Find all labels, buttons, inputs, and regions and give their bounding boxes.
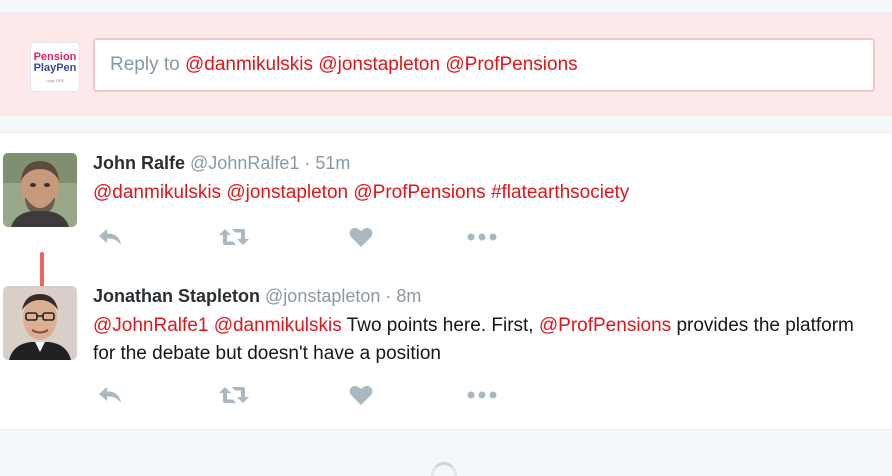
loading-spinner-icon bbox=[431, 462, 457, 476]
mention-link[interactable]: @JohnRalfe1 bbox=[93, 315, 208, 336]
tweet-text: @danmikulskis @jonstapleton @ProfPension… bbox=[93, 179, 873, 207]
reply-mention: @ProfPensions bbox=[445, 54, 578, 75]
author-username[interactable]: @JohnRalfe1 bbox=[190, 153, 299, 173]
tweet-text: @JohnRalfe1 @danmikulskis Two points her… bbox=[93, 312, 873, 368]
separator: · bbox=[304, 153, 311, 173]
retweet-icon bbox=[219, 387, 249, 403]
more-icon bbox=[467, 391, 497, 399]
retweet-icon bbox=[219, 229, 249, 245]
tweet-content: Jonathan Stapleton @jonstapleton · 8m @J… bbox=[93, 284, 873, 368]
like-button[interactable] bbox=[344, 224, 378, 250]
reply-prefix: Reply to bbox=[110, 54, 180, 75]
mention-link[interactable]: @ProfPensions bbox=[539, 315, 671, 336]
reply-composer: Pension PlayPen Logo DPE Reply to @danmi… bbox=[0, 12, 892, 116]
more-button[interactable] bbox=[465, 224, 499, 250]
current-user-avatar: Pension PlayPen Logo DPE bbox=[30, 42, 80, 92]
reply-button[interactable] bbox=[93, 382, 127, 408]
tweet-actions bbox=[93, 382, 513, 408]
more-icon bbox=[467, 233, 497, 241]
retweet-button[interactable] bbox=[217, 382, 251, 408]
separator: · bbox=[385, 286, 392, 306]
avatar[interactable] bbox=[3, 153, 77, 227]
author-name[interactable]: Jonathan Stapleton bbox=[93, 286, 260, 306]
heart-icon bbox=[349, 385, 373, 405]
mention-link[interactable]: @jonstapleton bbox=[226, 182, 348, 203]
tweet-header: John Ralfe @JohnRalfe1 · 51m bbox=[93, 151, 873, 175]
reply-button[interactable] bbox=[93, 224, 127, 250]
author-username[interactable]: @jonstapleton bbox=[265, 286, 380, 306]
author-name[interactable]: John Ralfe bbox=[93, 153, 185, 173]
mention-link[interactable]: @danmikulskis bbox=[214, 315, 342, 336]
mention-link[interactable]: @ProfPensions bbox=[353, 182, 485, 203]
tweet[interactable]: Jonathan Stapleton @jonstapleton · 8m @J… bbox=[0, 284, 892, 414]
heart-icon bbox=[349, 227, 373, 247]
retweet-button[interactable] bbox=[217, 224, 251, 250]
tweet-content: John Ralfe @JohnRalfe1 · 51m @danmikulsk… bbox=[93, 151, 873, 207]
like-button[interactable] bbox=[344, 382, 378, 408]
text-segment: Two points here. First, bbox=[341, 315, 539, 336]
reply-input[interactable]: Reply to @danmikulskis @jonstapleton @Pr… bbox=[93, 38, 875, 92]
mention-link[interactable]: @danmikulskis bbox=[93, 182, 221, 203]
reply-mention: @danmikulskis bbox=[184, 54, 314, 75]
conversation-thread: John Ralfe @JohnRalfe1 · 51m @danmikulsk… bbox=[0, 132, 892, 430]
avatar-logo-text-2: PlayPen bbox=[33, 61, 77, 74]
hashtag-link[interactable]: #flatearthsociety bbox=[491, 182, 629, 203]
reply-icon bbox=[99, 387, 121, 403]
tweet-actions bbox=[93, 224, 513, 250]
avatar-logo-text-1: Pension bbox=[33, 50, 77, 63]
reply-icon bbox=[99, 229, 121, 245]
avatar-logo-subtext: Logo DPE bbox=[45, 77, 65, 83]
tweet-header: Jonathan Stapleton @jonstapleton · 8m bbox=[93, 284, 873, 308]
reply-mention: @jonstapleton bbox=[318, 54, 441, 75]
tweet[interactable]: John Ralfe @JohnRalfe1 · 51m @danmikulsk… bbox=[0, 151, 892, 298]
timestamp[interactable]: 8m bbox=[396, 286, 421, 306]
avatar[interactable] bbox=[3, 286, 77, 360]
more-button[interactable] bbox=[465, 382, 499, 408]
timestamp[interactable]: 51m bbox=[315, 153, 350, 173]
